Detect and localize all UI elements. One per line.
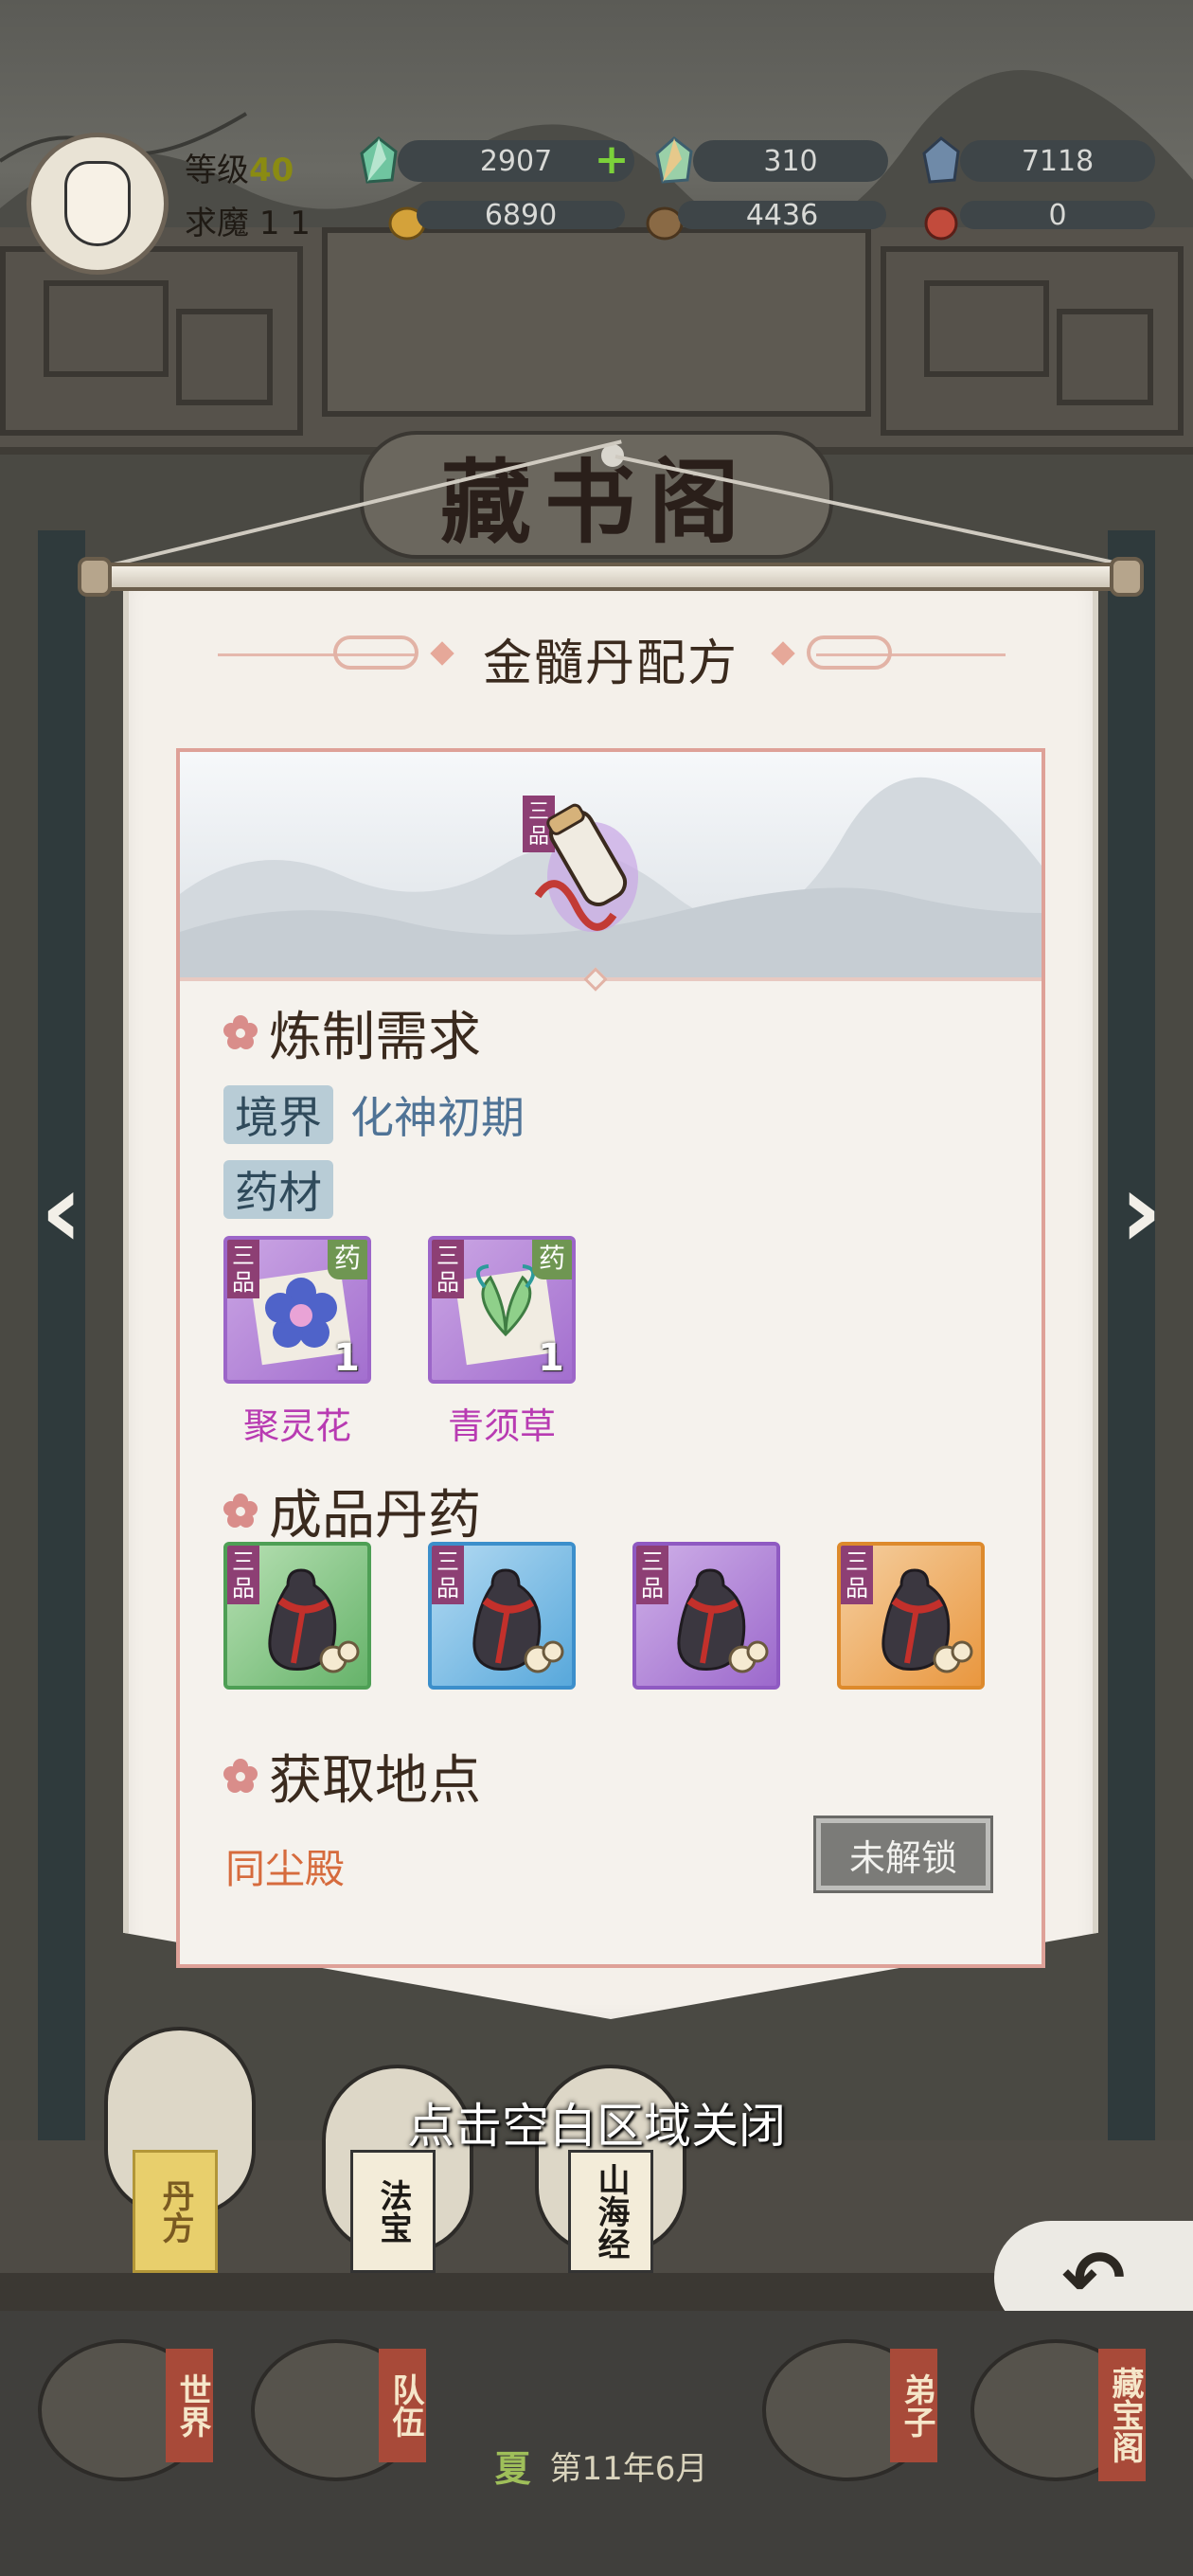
season-label: 夏 bbox=[494, 2447, 531, 2490]
resource-green-stone[interactable]: 2907 + bbox=[398, 139, 634, 182]
resource-red-token[interactable]: 0 bbox=[960, 199, 1155, 232]
product-card-blue[interactable]: 三品 bbox=[428, 1542, 576, 1690]
scroll-rod-knob-left bbox=[78, 557, 112, 597]
avatar-face bbox=[64, 161, 131, 246]
product-card-orange[interactable]: 三品 bbox=[837, 1542, 985, 1690]
product-card-purple[interactable]: 三品 bbox=[632, 1542, 780, 1690]
treasure-tag[interactable]: 法宝 bbox=[350, 2150, 436, 2273]
center-beam bbox=[322, 227, 871, 417]
rainbow-spirit-stone-icon bbox=[655, 136, 693, 184]
flower-bullet-icon bbox=[223, 1759, 258, 1793]
grade-badge: 三品 bbox=[432, 1240, 464, 1298]
locked-status-button[interactable]: 未解锁 bbox=[813, 1816, 993, 1893]
grade-badge: 三品 bbox=[227, 1240, 259, 1298]
resource-blue-crystal[interactable]: 7118 bbox=[960, 140, 1155, 182]
green-spirit-stone-icon bbox=[360, 136, 398, 184]
flower-bullet-icon bbox=[223, 1015, 258, 1049]
top-hud: 等级40 求魔 1 1 2907 + 310 7118 6890 4436 0 bbox=[0, 123, 1193, 275]
products-heading: 成品丹药 bbox=[222, 1477, 481, 1547]
blue-crystal-icon bbox=[922, 136, 960, 184]
material-quantity: 1 bbox=[538, 1336, 564, 1380]
classic-tag[interactable]: 山海经 bbox=[568, 2150, 653, 2273]
pill-recipe-tag[interactable]: 丹方 bbox=[133, 2150, 218, 2273]
date-label: 第11年6月 bbox=[549, 2449, 708, 2488]
nav-treasure-label: 藏宝阁 bbox=[1098, 2349, 1146, 2481]
flower-bullet-icon bbox=[223, 1494, 258, 1528]
previous-recipe-arrow[interactable]: ‹ bbox=[28, 1158, 95, 1262]
close-hint: 点击空白区域关闭 bbox=[407, 2099, 786, 2154]
scroll-rod bbox=[83, 563, 1134, 591]
add-resource-button[interactable]: + bbox=[593, 139, 631, 181]
realm-tag: 境界 bbox=[223, 1085, 333, 1144]
svg-text:品: 品 bbox=[528, 825, 549, 849]
grade-badge: 三品 bbox=[432, 1546, 464, 1604]
material-quantity: 1 bbox=[333, 1336, 360, 1380]
pillar-left bbox=[38, 530, 85, 2140]
scroll-rod-knob-right bbox=[1110, 557, 1144, 597]
level-label: 等级 bbox=[185, 152, 249, 189]
season-date: 夏 第11年6月 bbox=[445, 2439, 757, 2492]
seek-display: 求魔 1 1 bbox=[185, 197, 311, 243]
resource-wood[interactable]: 4436 bbox=[678, 199, 886, 232]
pillar-right bbox=[1108, 530, 1155, 2140]
window-lattice-left bbox=[0, 246, 303, 436]
grade-badge: 三品 bbox=[227, 1546, 259, 1604]
requirements-title: 炼制需求 bbox=[269, 1006, 481, 1068]
material-card-juling-flower[interactable]: 三品 药 1 bbox=[223, 1236, 371, 1384]
nav-disciples-label: 弟子 bbox=[890, 2349, 937, 2462]
banner-separator bbox=[180, 977, 1042, 981]
recipe-title: 金髓丹配方 bbox=[482, 635, 739, 692]
source-title: 获取地点 bbox=[269, 1749, 481, 1812]
level-display: 等级40 bbox=[185, 144, 294, 190]
player-avatar[interactable] bbox=[27, 133, 169, 275]
nav-world-label: 世界 bbox=[166, 2349, 213, 2462]
building-sign: 藏书阁 bbox=[360, 431, 833, 559]
resource-rainbow-stone[interactable]: 310 bbox=[693, 140, 888, 182]
herb-type-badge: 药 bbox=[532, 1240, 572, 1279]
window-lattice-right bbox=[881, 246, 1184, 436]
level-value: 40 bbox=[249, 152, 294, 189]
products-title: 成品丹药 bbox=[269, 1484, 481, 1547]
source-location[interactable]: 同尘殿 bbox=[225, 1837, 345, 1895]
grade-badge: 三品 bbox=[636, 1546, 668, 1604]
source-heading: 获取地点 bbox=[222, 1743, 481, 1812]
seek-label: 求魔 bbox=[185, 205, 249, 242]
material-name: 青须草 bbox=[447, 1405, 556, 1447]
material-card-qingxu-grass[interactable]: 三品 药 1 bbox=[428, 1236, 576, 1384]
svg-text:三: 三 bbox=[528, 800, 549, 824]
materials-tag: 药材 bbox=[223, 1160, 333, 1219]
requirements-heading: 炼制需求 bbox=[222, 999, 481, 1068]
recipe-scroll-icon: 三 品 bbox=[523, 796, 638, 932]
material-name: 聚灵花 bbox=[242, 1405, 351, 1447]
product-card-green[interactable]: 三品 bbox=[223, 1542, 371, 1690]
nav-team-label: 队伍 bbox=[379, 2349, 426, 2462]
herb-type-badge: 药 bbox=[328, 1240, 367, 1279]
seek-value: 1 1 bbox=[258, 205, 311, 242]
red-token-icon bbox=[924, 206, 958, 241]
grade-badge: 三品 bbox=[841, 1546, 873, 1604]
next-recipe-arrow[interactable]: › bbox=[1108, 1158, 1174, 1262]
realm-value: 化神初期 bbox=[350, 1092, 525, 1143]
resource-gold[interactable]: 6890 bbox=[417, 199, 625, 232]
